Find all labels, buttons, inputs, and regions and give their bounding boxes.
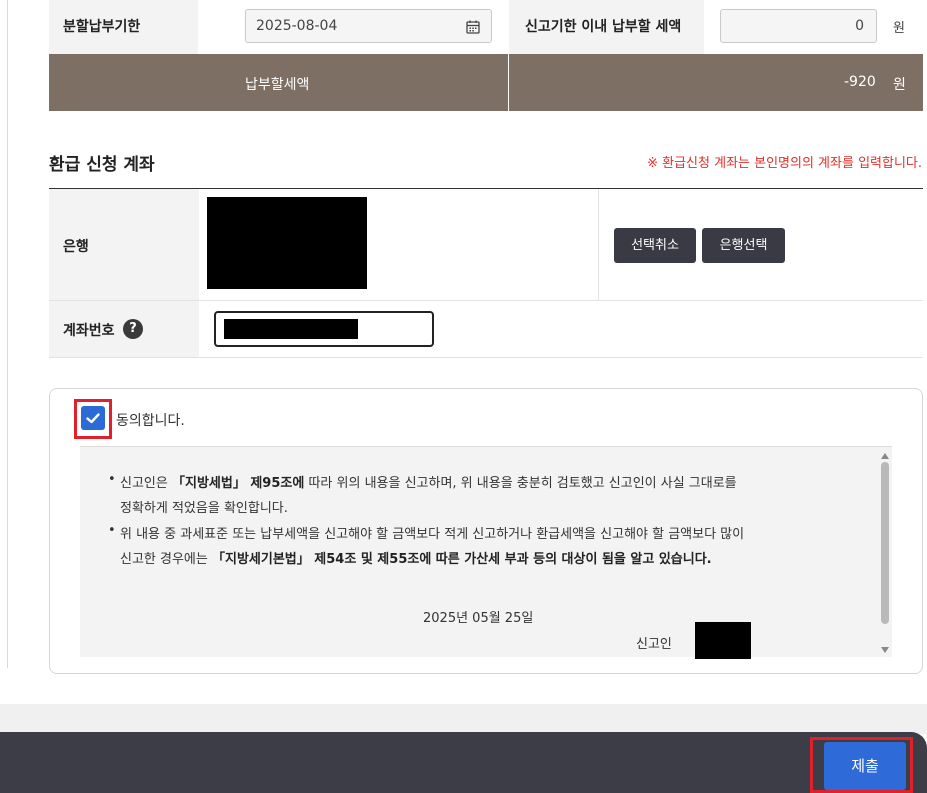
scroll-down-icon[interactable] (880, 646, 890, 654)
installment-row: 분할납부기한 신고기한 이내 납부할 세액 2025-08-04 0 원 (49, 0, 923, 54)
framework-act-ref: 「지방세기본법」 제54조 및 제55조에 따른 가산세 부과 등의 대상이 됨… (212, 552, 712, 567)
cancel-selection-button[interactable]: 선택취소 (614, 228, 696, 263)
due-within-deadline-unit: 원 (893, 21, 905, 36)
local-tax-act-ref: 「지방세법」 제95조에 (171, 476, 305, 491)
calendar-icon[interactable] (465, 19, 481, 35)
reporter-label: 신고인 (636, 637, 672, 652)
due-within-deadline-label: 신고기한 이내 납부할 세액 (525, 19, 682, 35)
account-number-redacted (224, 319, 358, 339)
payable-tax-label: 납부할세액 (245, 77, 310, 93)
account-number-input[interactable] (214, 311, 434, 347)
footer-bar (0, 732, 927, 793)
account-number-label: 계좌번호 (63, 323, 115, 339)
tax-report-page: 분할납부기한 신고기한 이내 납부할 세액 2025-08-04 0 원 납부할… (0, 0, 927, 793)
bullet-2: • (108, 523, 116, 538)
terms-scroll-thumb[interactable] (881, 462, 889, 624)
bank-header-cell: 은행 (49, 189, 199, 300)
bank-cell-divider (598, 189, 599, 300)
reporter-name-redacted (695, 622, 751, 659)
bullet-1: • (108, 472, 116, 487)
installment-deadline-label: 분할납부기한 (63, 19, 141, 35)
agree-label: 동의합니다. (116, 413, 185, 429)
check-icon (86, 413, 100, 424)
select-bank-button[interactable]: 은행선택 (702, 228, 785, 263)
bank-label: 은행 (63, 239, 89, 255)
footer-spacer (0, 704, 927, 734)
installment-deadline-value: 2025-08-04 (256, 18, 338, 34)
agree-checkbox[interactable] (81, 406, 105, 430)
terms-line-1: 신고인은 「지방세법」 제95조에 따라 위의 내용을 신고하며, 위 내용을 … (120, 476, 737, 491)
account-number-header-cell: 계좌번호 ? (49, 301, 199, 357)
help-icon[interactable]: ? (123, 319, 143, 339)
terms-line-2: 정확하게 적었음을 확인합니다. (120, 501, 288, 516)
terms-line-4: 신고한 경우에는 「지방세기본법」 제54조 및 제55조에 따른 가산세 부과… (120, 552, 712, 567)
scroll-up-icon[interactable] (880, 452, 890, 460)
submit-button[interactable]: 제출 (824, 742, 906, 790)
due-within-deadline-input: 0 (720, 9, 877, 43)
refund-account-note: ※ 환급신청 계좌는 본인명의의 계좌를 입력합니다. (647, 156, 922, 171)
left-border (0, 0, 8, 668)
payable-tax-unit: 원 (893, 77, 906, 93)
bank-name-redacted (207, 197, 367, 289)
payable-tax-value: -920 (844, 74, 876, 90)
payable-row-divider (508, 54, 509, 111)
refund-account-title: 환급 신청 계좌 (49, 155, 155, 175)
payable-tax-row: 납부할세액 -920 원 (49, 54, 923, 111)
account-row-border (49, 357, 923, 358)
report-date: 2025년 05월 25일 (423, 611, 534, 626)
terms-line-3: 위 내용 중 과세표준 또는 납부세액을 신고해야 할 금액보다 적게 신고하거… (120, 527, 745, 542)
installment-deadline-input[interactable]: 2025-08-04 (245, 9, 492, 43)
